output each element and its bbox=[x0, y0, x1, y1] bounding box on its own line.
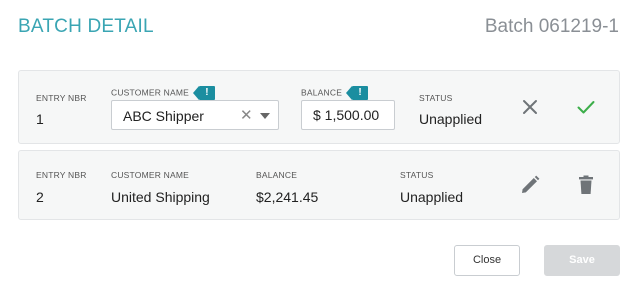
warning-icon[interactable]: ! bbox=[346, 86, 369, 100]
chevron-down-icon[interactable] bbox=[260, 113, 270, 119]
customer-name-label: CUSTOMER NAME bbox=[111, 170, 190, 180]
status-value: Unapplied bbox=[419, 111, 483, 127]
modal-title: BATCH DETAIL bbox=[18, 16, 154, 37]
batch-entry-row-editing: ENTRY NBR 1 CUSTOMER NAME! ABC Shipper ✕… bbox=[18, 70, 620, 144]
customer-name-label: CUSTOMER NAME! bbox=[111, 86, 216, 100]
confirm-edit-button[interactable] bbox=[574, 95, 598, 119]
status-value: Unapplied bbox=[400, 189, 464, 205]
warning-icon[interactable]: ! bbox=[193, 86, 216, 100]
close-button[interactable]: Close bbox=[454, 245, 520, 276]
trash-icon bbox=[579, 175, 593, 194]
batch-entry-row: ENTRY NBR 2 CUSTOMER NAME United Shippin… bbox=[18, 150, 620, 220]
check-icon bbox=[577, 101, 595, 114]
edit-entry-button[interactable] bbox=[518, 173, 542, 197]
balance-input[interactable]: $ 1,500.00 bbox=[301, 100, 395, 130]
status-label: STATUS bbox=[400, 170, 434, 180]
entry-nbr-value: 1 bbox=[36, 111, 44, 127]
entry-nbr-label: ENTRY NBR bbox=[36, 170, 87, 180]
balance-label: BALANCE! bbox=[301, 86, 369, 100]
pencil-icon bbox=[522, 175, 540, 193]
entry-nbr-label: ENTRY NBR bbox=[36, 93, 87, 103]
customer-name-select[interactable]: ABC Shipper ✕ bbox=[111, 100, 279, 130]
customer-name-selected-value: ABC Shipper bbox=[123, 108, 204, 124]
batch-id-label: Batch 061219-1 bbox=[484, 16, 619, 37]
close-icon bbox=[523, 100, 537, 114]
clear-selection-icon[interactable]: ✕ bbox=[240, 106, 253, 124]
entry-nbr-value: 2 bbox=[36, 189, 44, 205]
balance-value: $2,241.45 bbox=[256, 189, 319, 205]
balance-label: BALANCE bbox=[256, 170, 298, 180]
save-changes-button[interactable]: Save Changes bbox=[544, 245, 620, 293]
cancel-edit-button[interactable] bbox=[518, 95, 542, 119]
status-label: STATUS bbox=[419, 93, 453, 103]
delete-entry-button[interactable] bbox=[574, 173, 598, 197]
customer-name-value: United Shipping bbox=[111, 189, 210, 205]
